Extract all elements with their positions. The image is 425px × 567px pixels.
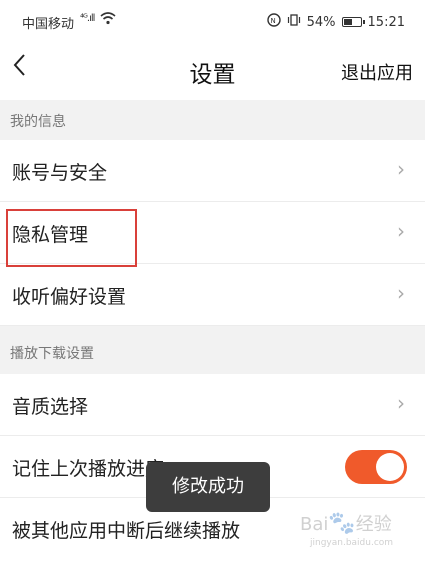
- row-label: 收听偏好设置: [12, 286, 127, 308]
- chevron-right-icon: ›: [397, 157, 405, 181]
- navigation-bar: 设置 退出应用: [0, 42, 425, 100]
- battery-fill: [343, 19, 352, 25]
- toast-message: 修改成功: [146, 462, 270, 512]
- watermark-logo: Bai🐾经验 jingyan.baidu.com: [300, 510, 420, 555]
- row-label: 账号与安全: [12, 162, 108, 184]
- watermark-brand2: 经验: [355, 514, 392, 535]
- carrier-label: 中国移动: [22, 17, 75, 32]
- row-listening-preferences[interactable]: 收听偏好设置 ›: [0, 264, 425, 326]
- signal-icon: ⁴ᴳ.ıll: [80, 13, 95, 24]
- nfc-icon: N: [266, 13, 281, 31]
- section-header-my-info: 我的信息: [0, 100, 425, 140]
- status-bar: 中国移动 ⁴ᴳ.ıll N 54% 15:21: [0, 0, 425, 42]
- chevron-right-icon: ›: [397, 219, 405, 243]
- remember-progress-toggle[interactable]: [345, 450, 407, 484]
- row-audio-quality[interactable]: 音质选择 ›: [0, 374, 425, 436]
- svg-text:N: N: [270, 17, 275, 25]
- chevron-right-icon: ›: [397, 281, 405, 305]
- exit-app-button[interactable]: 退出应用: [341, 59, 413, 85]
- highlight-annotation-box: [6, 209, 137, 267]
- section-header-playback-download: 播放下载设置: [0, 326, 425, 374]
- row-account-security[interactable]: 账号与安全 ›: [0, 140, 425, 202]
- battery-percent: 54%: [306, 14, 336, 30]
- battery-icon: [341, 17, 365, 27]
- vibrate-icon: [287, 13, 301, 31]
- row-label: 记住上次播放进度: [12, 458, 165, 480]
- row-label: 被其他应用中断后继续播放: [12, 520, 241, 542]
- wifi-icon: [100, 11, 116, 29]
- toggle-knob: [376, 453, 404, 481]
- watermark-brand: Bai: [300, 514, 329, 535]
- paw-icon: 🐾: [328, 511, 356, 536]
- watermark-url: jingyan.baidu.com: [310, 538, 394, 548]
- row-label: 音质选择: [12, 396, 89, 418]
- clock: 15:21: [367, 14, 405, 30]
- chevron-right-icon: ›: [397, 391, 405, 415]
